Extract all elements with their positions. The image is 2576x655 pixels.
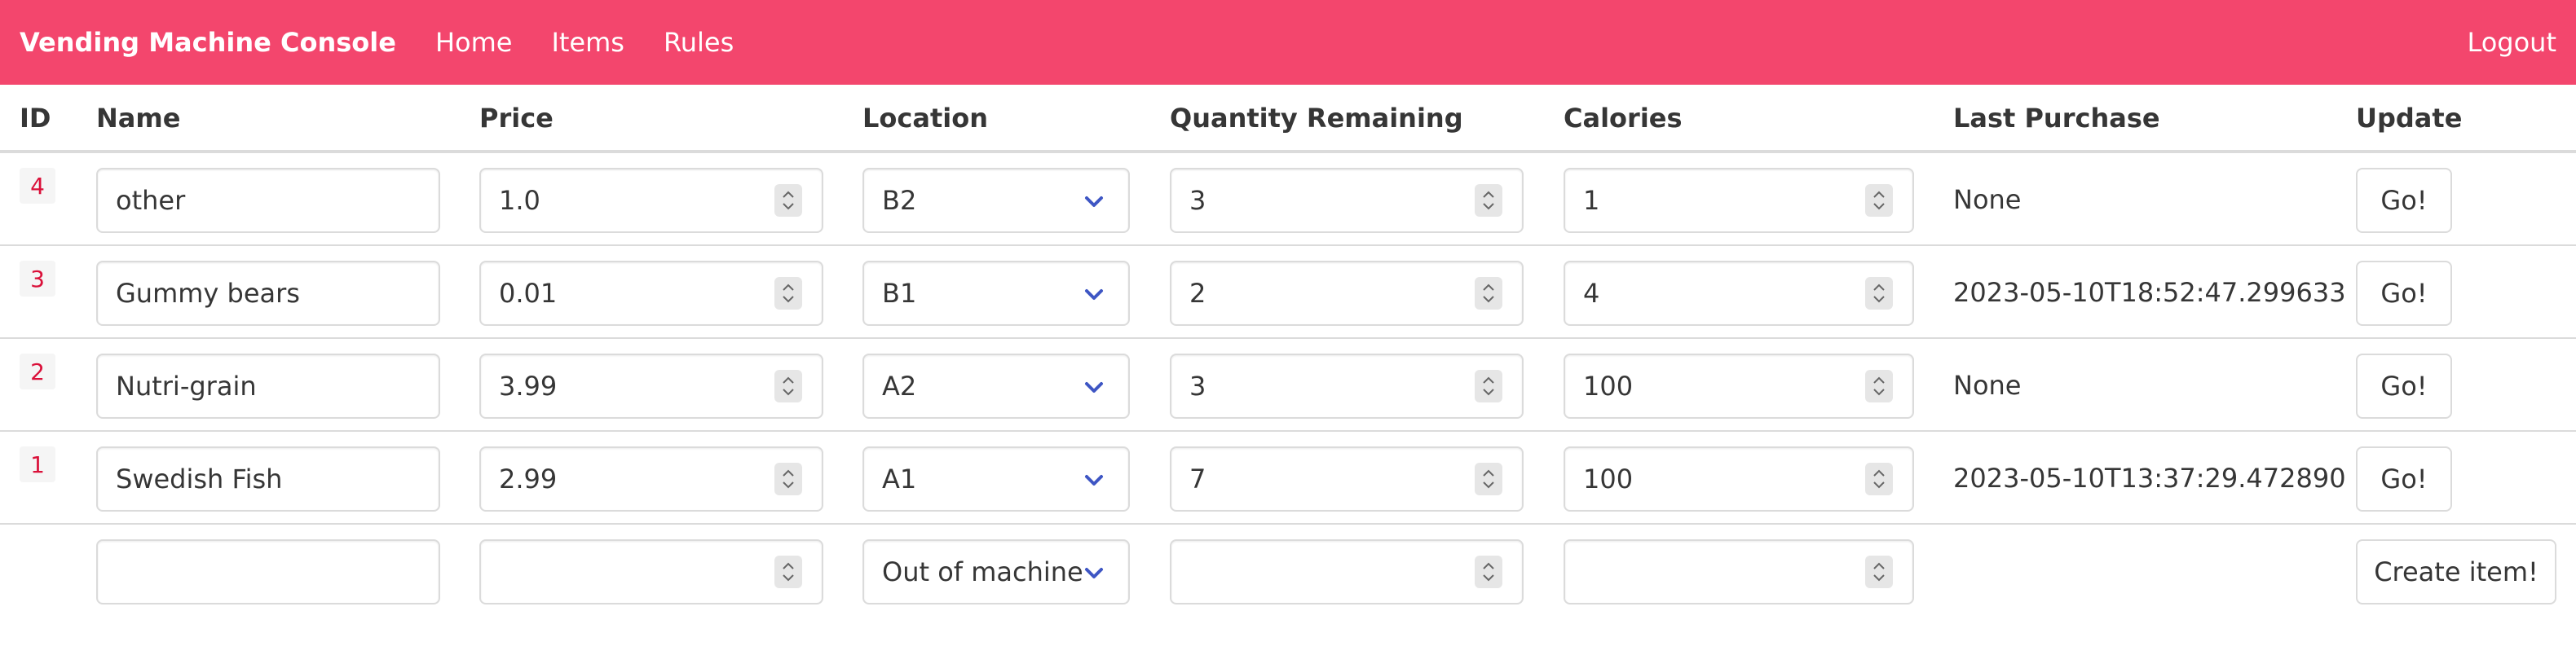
- nav-home[interactable]: Home: [435, 27, 513, 58]
- chevron-down-icon: [1085, 196, 1103, 207]
- calories-spinner-icon[interactable]: [1865, 277, 1893, 310]
- price-input[interactable]: 2.99: [479, 446, 823, 512]
- nav-items[interactable]: Items: [551, 27, 624, 58]
- header-last-purchase: Last Purchase: [1953, 103, 2160, 134]
- chevron-down-icon: [1085, 475, 1103, 486]
- header-name: Name: [96, 103, 181, 134]
- quantity-spinner-icon[interactable]: [1475, 370, 1502, 402]
- quantity-spinner-icon[interactable]: [1475, 277, 1502, 310]
- name-input[interactable]: Nutri-grain: [96, 354, 440, 419]
- calories-input[interactable]: 100: [1564, 354, 1914, 419]
- calories-spinner-icon[interactable]: [1865, 556, 1893, 588]
- quantity-input[interactable]: 2: [1170, 261, 1524, 326]
- quantity-input[interactable]: 3: [1170, 354, 1524, 419]
- update-button[interactable]: Go!: [2356, 354, 2452, 419]
- location-select[interactable]: B1: [862, 261, 1130, 326]
- name-input[interactable]: [96, 539, 440, 604]
- calories-spinner-icon[interactable]: [1865, 370, 1893, 402]
- quantity-input[interactable]: 3: [1170, 168, 1524, 233]
- name-input[interactable]: Gummy bears: [96, 261, 440, 326]
- quantity-input[interactable]: [1170, 539, 1524, 604]
- logout-link[interactable]: Logout: [2467, 27, 2556, 58]
- price-spinner-icon[interactable]: [774, 556, 802, 588]
- brand-link[interactable]: Vending Machine Console: [20, 27, 396, 58]
- table-header: ID Name Price Location Quantity Remainin…: [0, 85, 2576, 153]
- location-select[interactable]: Out of machine: [862, 539, 1130, 604]
- chevron-down-icon: [1085, 568, 1103, 578]
- header-price: Price: [479, 103, 554, 134]
- item-id: 3: [20, 261, 55, 297]
- chevron-down-icon: [1085, 289, 1103, 300]
- header-location: Location: [862, 103, 988, 134]
- price-input[interactable]: 1.0: [479, 168, 823, 233]
- table-row: 3 Gummy bears 0.01 B1 2 4 2023-05-10T18:…: [0, 246, 2576, 339]
- price-spinner-icon[interactable]: [774, 463, 802, 495]
- location-select[interactable]: B2: [862, 168, 1130, 233]
- last-purchase-value: None: [1953, 184, 2022, 215]
- last-purchase-value: 2023-05-10T18:52:47.299633: [1953, 277, 2346, 308]
- price-input[interactable]: [479, 539, 823, 604]
- table-row: 2 Nutri-grain 3.99 A2 3 100 None Go!: [0, 339, 2576, 432]
- header-calories: Calories: [1564, 103, 1683, 134]
- chevron-down-icon: [1085, 382, 1103, 393]
- header-update: Update: [2356, 103, 2463, 134]
- table-body: 4 other 1.0 B2 3 1 None Go! 3 Gummy bear…: [0, 153, 2576, 618]
- price-spinner-icon[interactable]: [774, 184, 802, 217]
- calories-input[interactable]: 100: [1564, 446, 1914, 512]
- quantity-spinner-icon[interactable]: [1475, 184, 1502, 217]
- update-button[interactable]: Go!: [2356, 446, 2452, 512]
- item-id: 2: [20, 354, 55, 389]
- header-quantity: Quantity Remaining: [1170, 103, 1463, 134]
- calories-input[interactable]: 1: [1564, 168, 1914, 233]
- header-id: ID: [20, 103, 51, 134]
- update-button[interactable]: Go!: [2356, 168, 2452, 233]
- create-item-button[interactable]: Create item!: [2356, 539, 2556, 604]
- calories-spinner-icon[interactable]: [1865, 463, 1893, 495]
- price-input[interactable]: 0.01: [479, 261, 823, 326]
- location-select[interactable]: A2: [862, 354, 1130, 419]
- quantity-input[interactable]: 7: [1170, 446, 1524, 512]
- name-input[interactable]: Swedish Fish: [96, 446, 440, 512]
- price-spinner-icon[interactable]: [774, 277, 802, 310]
- nav-rules[interactable]: Rules: [664, 27, 734, 58]
- price-input[interactable]: 3.99: [479, 354, 823, 419]
- location-select[interactable]: A1: [862, 446, 1130, 512]
- item-id: 4: [20, 168, 55, 204]
- last-purchase-value: 2023-05-10T13:37:29.472890: [1953, 463, 2346, 494]
- table-row: Out of machine Create item!: [0, 525, 2576, 618]
- calories-spinner-icon[interactable]: [1865, 184, 1893, 217]
- table-row: 4 other 1.0 B2 3 1 None Go!: [0, 153, 2576, 246]
- quantity-spinner-icon[interactable]: [1475, 463, 1502, 495]
- last-purchase-value: None: [1953, 370, 2022, 401]
- items-table: ID Name Price Location Quantity Remainin…: [0, 85, 2576, 618]
- calories-input[interactable]: 4: [1564, 261, 1914, 326]
- name-input[interactable]: other: [96, 168, 440, 233]
- navbar: Vending Machine Console Home Items Rules…: [0, 0, 2576, 85]
- item-id: 1: [20, 446, 55, 482]
- price-spinner-icon[interactable]: [774, 370, 802, 402]
- calories-input[interactable]: [1564, 539, 1914, 604]
- table-row: 1 Swedish Fish 2.99 A1 7 100 2023-05-10T…: [0, 432, 2576, 525]
- quantity-spinner-icon[interactable]: [1475, 556, 1502, 588]
- update-button[interactable]: Go!: [2356, 261, 2452, 326]
